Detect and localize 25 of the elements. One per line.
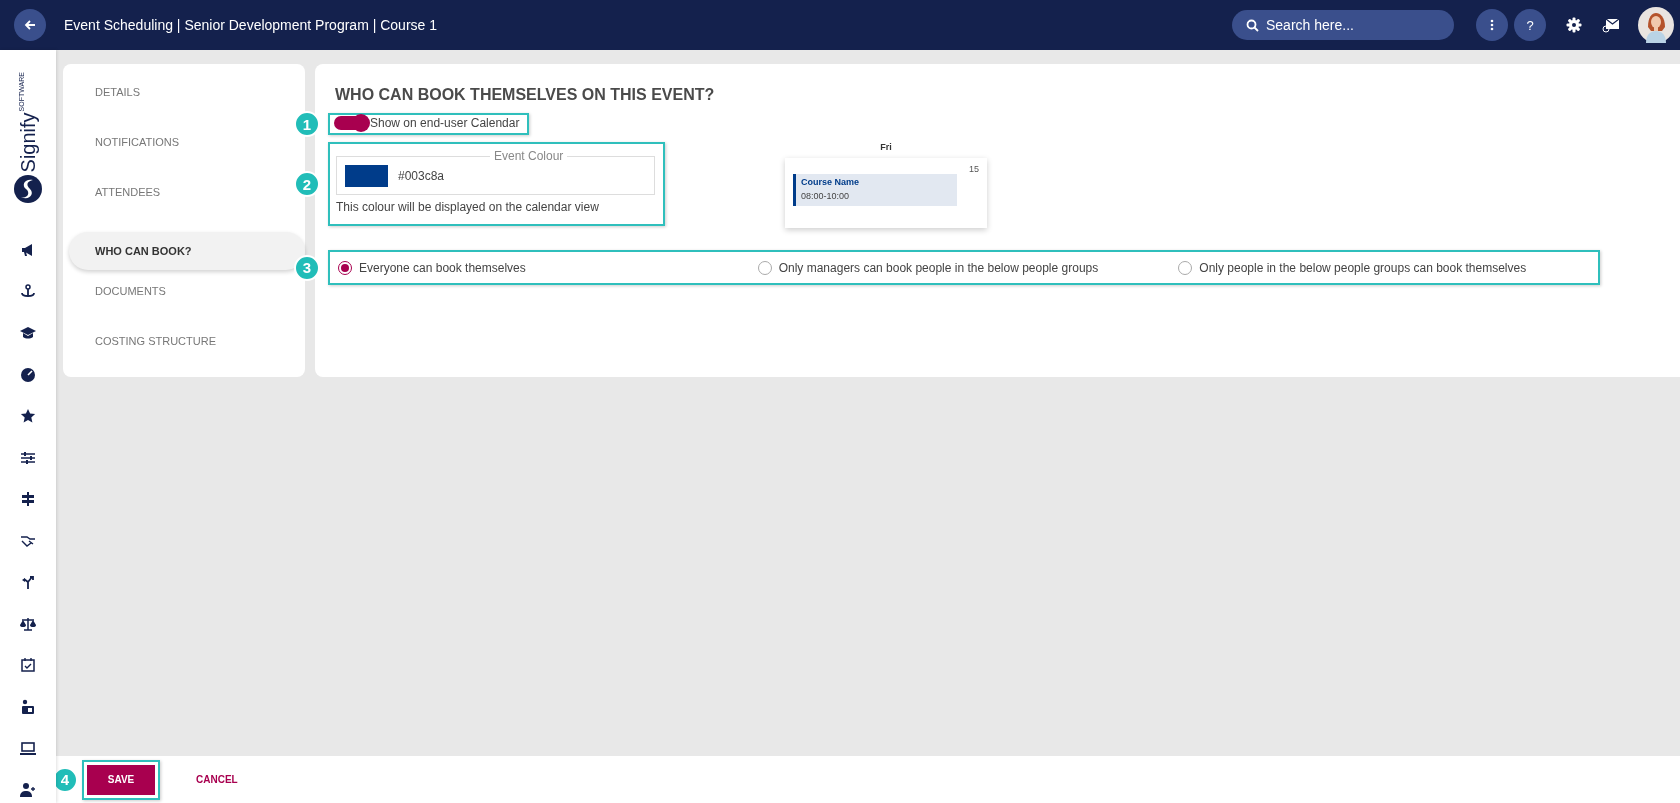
help-button[interactable]: ? (1514, 9, 1546, 41)
cancel-button[interactable]: CANCEL (190, 773, 244, 786)
toggle-label: Show on end-user Calendar (370, 116, 520, 130)
search-field[interactable]: Search here... (1232, 10, 1454, 40)
section-tab[interactable]: COSTING STRUCTURE (63, 327, 216, 377)
section-tab[interactable]: NOTIFICATIONS (63, 127, 180, 178)
radio-option[interactable]: Everyone can book themselves (338, 260, 758, 275)
page-title: Event Scheduling | Senior Development Program | Course 1 (64, 17, 438, 33)
callout-number: 2 (294, 171, 320, 197)
event-time: 08:00-10:00 (801, 191, 851, 201)
save-button[interactable]: SAVE (87, 764, 155, 795)
callout-number: 3 (294, 254, 320, 281)
colour-value: #003c8a (398, 168, 445, 183)
radio-option[interactable]: Only people in the below people groups can book themselves (1178, 260, 1598, 275)
day-label: Fri (880, 142, 892, 152)
date-number: 15 (969, 164, 979, 174)
section-heading: WHO CAN BOOK THEMSELVES ON THIS EVENT? (335, 86, 716, 104)
radio-option[interactable]: Only managers can book people in the below people groups (757, 260, 1179, 275)
colour-hint: This colour will be displayed on the calendar view (336, 200, 600, 214)
section-tab[interactable]: DOCUMENTS (63, 277, 166, 328)
callout-number: 1 (294, 111, 320, 137)
field-legend: Event Colour (490, 149, 568, 163)
event-title: Course Name (801, 177, 861, 187)
section-tab[interactable]: DETAILS (63, 78, 141, 128)
section-tab[interactable]: ATTENDEES (63, 177, 161, 228)
